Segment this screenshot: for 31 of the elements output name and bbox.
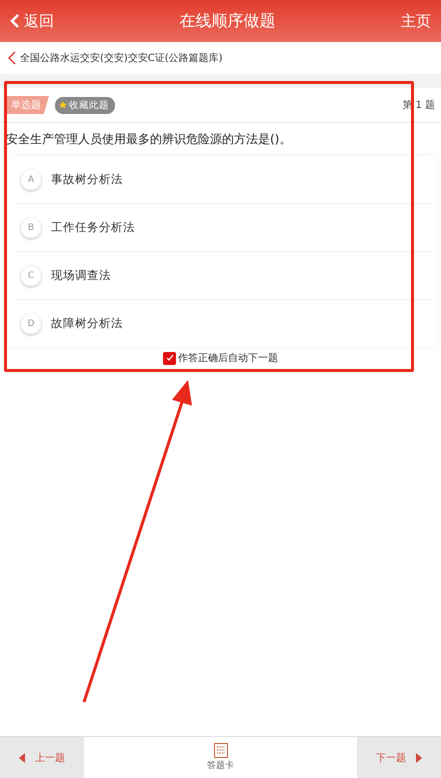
next-button[interactable]: 下一题 xyxy=(357,737,441,778)
star-icon xyxy=(59,101,67,109)
favorite-button[interactable]: 收藏此题 xyxy=(55,96,115,114)
page-title: 在线顺序做题 xyxy=(180,10,276,32)
option-text: 故障树分析法 xyxy=(51,316,123,331)
check-icon xyxy=(166,354,174,362)
checkbox[interactable] xyxy=(163,352,176,364)
back-button[interactable]: 返回 xyxy=(10,12,54,30)
right-triangle-icon xyxy=(416,752,422,762)
option-text: 事故树分析法 xyxy=(51,172,123,187)
back-icon xyxy=(10,13,20,29)
grid-icon xyxy=(214,743,228,758)
checkbox-label: 作答正确后自动下一题 xyxy=(178,352,278,365)
question-number: 第 1 题 xyxy=(402,99,435,112)
bank-title: 全国公路水运交安(交安)交安C证(公路篇题库) xyxy=(20,52,223,65)
answer-option[interactable]: C 现场调查法 xyxy=(13,252,432,300)
option-letter: C xyxy=(21,266,41,286)
option-letter: A xyxy=(21,170,41,190)
question-type-tag: 单选题 xyxy=(6,96,49,114)
question-text: 安全生产管理人员使用最多的辨识危险源的方法是()。 xyxy=(5,131,292,148)
left-triangle-icon xyxy=(19,752,25,762)
option-text: 现场调查法 xyxy=(51,268,111,283)
previous-button[interactable]: 上一题 xyxy=(0,737,84,778)
option-letter: D xyxy=(21,314,41,334)
answer-option[interactable]: B 工作任务分析法 xyxy=(13,204,432,252)
answer-option[interactable]: A 事故树分析法 xyxy=(13,156,432,204)
back-icon[interactable] xyxy=(8,51,16,65)
home-link[interactable]: 主页 xyxy=(401,12,431,30)
option-text: 工作任务分析法 xyxy=(51,220,135,235)
option-letter: B xyxy=(21,218,41,238)
answer-option[interactable]: D 故障树分析法 xyxy=(13,300,432,347)
